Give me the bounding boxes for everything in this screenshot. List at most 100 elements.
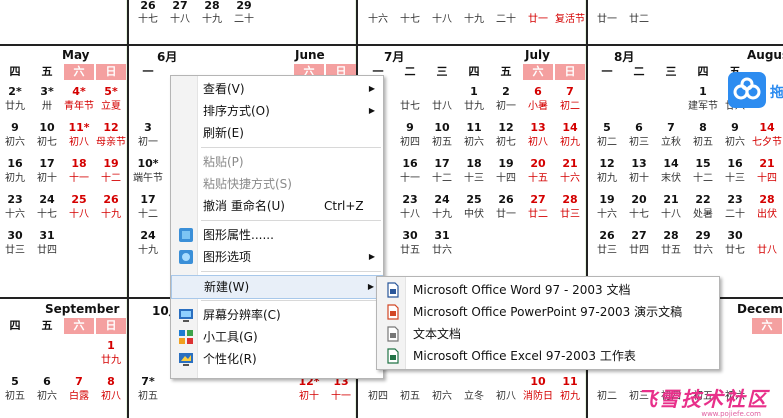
context-menu-item[interactable]: 屏幕分辨率(C)	[171, 304, 383, 326]
calendar-day: 11	[466, 121, 482, 134]
lunar-date: 十六	[368, 14, 388, 25]
context-menu-item[interactable]: 粘贴快捷方式(S)	[171, 173, 383, 195]
lunar-date: 立秋	[661, 137, 681, 148]
weekday-header: 日	[96, 64, 126, 80]
context-menu-item[interactable]: 排序方式(O) ▶	[171, 100, 383, 122]
menu-item-label: 排序方式(O)	[203, 104, 270, 118]
lunar-date: 十八	[661, 209, 681, 220]
calendar-day: 30	[727, 229, 743, 242]
month-header: Augus	[747, 48, 783, 62]
calendar-day: 10	[39, 121, 55, 134]
lunar-date: 十七	[37, 209, 57, 220]
lunar-date: 初五	[400, 391, 420, 402]
lunar-date: 廿四	[37, 245, 57, 256]
menu-item-label: 查看(V)	[203, 82, 245, 96]
lunar-date: 十二	[138, 209, 158, 220]
lunar-date: 十九	[464, 14, 484, 25]
calendar-day: 6	[635, 121, 643, 134]
lunar-date: 初五	[432, 137, 452, 148]
context-menu-item[interactable]: 个性化(R)	[171, 348, 383, 370]
lunar-date: 廿三	[597, 245, 617, 256]
lunar-date: 十四	[757, 173, 777, 184]
calendar-day: 21	[562, 157, 578, 170]
new-submenu-item[interactable]: Microsoft Office PowerPoint 97-2003 演示文稿	[377, 301, 719, 323]
lunar-date: 十一	[400, 173, 420, 184]
weekday-header: 一	[142, 65, 154, 78]
calendar-day: 26	[498, 193, 514, 206]
new-submenu-item[interactable]: 文本文档	[377, 323, 719, 345]
calendar-day: 10*	[137, 157, 159, 170]
calendar-day: 24	[434, 193, 450, 206]
lunar-date: 出伏	[757, 209, 777, 220]
lunar-date: 二十	[725, 209, 745, 220]
calendar-day: 13	[530, 121, 546, 134]
lunar-date: 十六	[560, 173, 580, 184]
calendar-day: 30	[7, 229, 23, 242]
lunar-date: 青年节	[64, 101, 94, 112]
calendar-day: 18	[71, 157, 87, 170]
weekday-header: 日	[96, 318, 126, 334]
baidu-cloud-icon[interactable]	[728, 72, 766, 108]
calendar-day: 25	[466, 193, 482, 206]
lunar-date: 母亲节	[96, 137, 126, 148]
calendar-day: 8	[699, 121, 707, 134]
calendar-day: 21	[759, 157, 775, 170]
context-menu-item[interactable]: 新建(W) ▶	[171, 275, 383, 299]
lunar-date: 白露	[69, 391, 89, 402]
calendar-day: 7	[667, 121, 675, 134]
calendar-day: 7	[75, 375, 83, 388]
weekday-header: 三	[436, 65, 448, 78]
lunar-date: 初十	[629, 173, 649, 184]
graphics-options-icon	[178, 249, 194, 265]
baidu-cloud-label[interactable]: 拖	[770, 82, 783, 102]
submenu-arrow-icon: ▶	[368, 106, 375, 115]
lunar-date: 十二	[101, 173, 121, 184]
new-submenu-item[interactable]: Microsoft Office Excel 97-2003 工作表	[377, 345, 719, 367]
calendar-day: 20	[631, 193, 647, 206]
lunar-date: 初八	[496, 391, 516, 402]
context-menu-item[interactable]: 刷新(E)	[171, 122, 383, 144]
month-header: 7月	[384, 50, 405, 64]
lunar-date: 初八	[528, 137, 548, 148]
lunar-date: 十八	[69, 209, 89, 220]
context-menu-item[interactable]: 图形选项 ▶	[171, 246, 383, 268]
month-header: July	[525, 48, 550, 62]
month-header: 8月	[614, 50, 635, 64]
context-menu-item[interactable]: 撤消 重命名(U) Ctrl+Z	[171, 195, 383, 217]
lunar-date: 廿六	[693, 245, 713, 256]
calendar-day: 14	[562, 121, 578, 134]
calendar-day: 6	[534, 85, 542, 98]
lunar-date: 初三	[629, 137, 649, 148]
calendar-day: 19	[103, 157, 119, 170]
lunar-date: 初二	[597, 137, 617, 148]
lunar-date: 十九	[432, 209, 452, 220]
calendar-day: 12	[599, 157, 615, 170]
weekday-header: 五	[500, 65, 512, 78]
context-menu-item[interactable]: 查看(V) ▶	[171, 78, 383, 100]
calendar-day: 27	[631, 229, 647, 242]
calendar-day: 17	[434, 157, 450, 170]
lunar-date: 初七	[496, 137, 516, 148]
lunar-date: 消防日	[523, 391, 553, 402]
context-menu-item[interactable]: 粘贴(P)	[171, 151, 383, 173]
new-submenu-item[interactable]: Microsoft Office Word 97 - 2003 文档	[377, 279, 719, 301]
lunar-date: 二十	[234, 14, 254, 25]
lunar-date: 十四	[496, 173, 516, 184]
lunar-date: 初二	[560, 101, 580, 112]
calendar-day: 28	[663, 229, 679, 242]
submenu-arrow-icon: ▶	[367, 282, 374, 291]
submenu-arrow-icon: ▶	[368, 252, 375, 261]
lunar-date: 十八	[170, 14, 190, 25]
calendar-day: 28	[759, 193, 775, 206]
screen-resolution-icon	[178, 307, 194, 323]
context-menu-item[interactable]: 小工具(G)	[171, 326, 383, 348]
context-menu-item[interactable]: 图形属性......	[171, 224, 383, 246]
calendar-day: 31	[434, 229, 450, 242]
menu-item-label: 撤消 重命名(U)	[203, 199, 285, 213]
calendar-day: 26	[140, 0, 156, 12]
lunar-date: 十二	[693, 173, 713, 184]
lunar-date: 十三	[725, 173, 745, 184]
lunar-date: 十七	[138, 14, 158, 25]
new-submenu: Microsoft Office Word 97 - 2003 文档 Micros…	[376, 276, 720, 370]
lunar-date: 立夏	[101, 101, 121, 112]
